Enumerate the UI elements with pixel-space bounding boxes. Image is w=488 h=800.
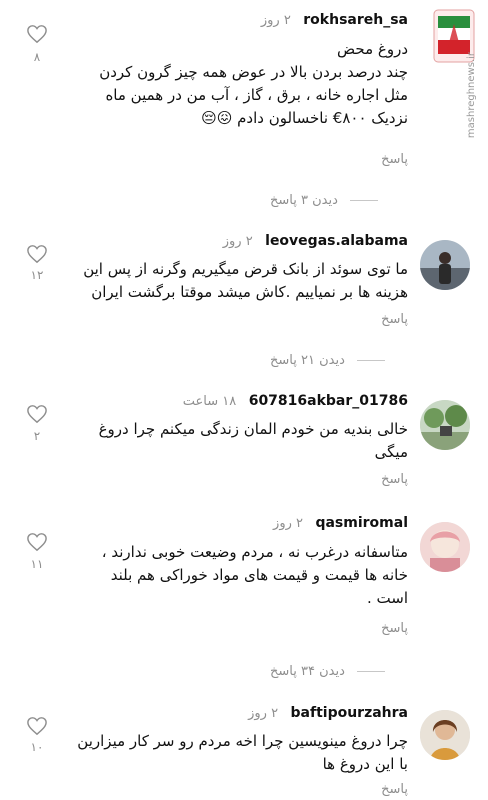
comment-text: خالی بندیه من خودم المان زندگی میکنم چرا…: [68, 418, 408, 464]
comment-username[interactable]: rokhsareh_sa: [303, 12, 408, 28]
like-count: ۱۰: [30, 740, 44, 754]
comment-line: خالی بندیه من خودم المان زندگی میکنم چرا…: [98, 420, 408, 438]
divider: [357, 671, 386, 672]
comment-meta: leovegas.alabama ۲ روز: [223, 233, 408, 249]
comment-username[interactable]: qasmiromal: [315, 515, 408, 531]
comment-text: دروغ محض چند درصد بردن بالا در عوض همه چ…: [68, 38, 408, 130]
avatar[interactable]: [420, 710, 470, 760]
heart-icon[interactable]: [26, 24, 48, 44]
reply-button[interactable]: پاسخ: [381, 472, 408, 487]
view-replies-label: دیدن ۲۱ پاسخ: [270, 353, 345, 368]
comment-line: با این دروغ ها: [322, 755, 408, 773]
comment-line: چرا دروغ مینویسین چرا اخه مردم رو سر کار…: [77, 732, 408, 750]
avatar-photo-icon: [420, 710, 470, 760]
watermark-text: mashreghnews.ir: [466, 52, 477, 139]
divider: [350, 200, 379, 201]
like-count: ۸: [33, 50, 41, 64]
comment-meta: baftipourzahra ۲ روز: [248, 705, 408, 721]
comment-time: ۲ روز: [273, 516, 303, 531]
comment-username[interactable]: 607816akbar_01786: [249, 393, 408, 409]
comment-line: دروغ محض: [337, 40, 408, 58]
avatar[interactable]: [420, 14, 470, 64]
avatar[interactable]: [420, 240, 470, 290]
reply-button[interactable]: پاسخ: [381, 152, 408, 167]
heart-icon[interactable]: [26, 716, 48, 736]
comment-time: ۲ روز: [222, 234, 253, 249]
like-count: ۱۲: [30, 268, 44, 282]
avatar-photo-icon: [420, 240, 470, 290]
comment-line: مثل اجاره خانه ، برق ، گاز ، آب من در هم…: [105, 86, 408, 104]
view-replies-label: دیدن ۳ پاسخ: [270, 193, 338, 208]
like-count: ۲: [33, 429, 41, 443]
reply-button[interactable]: پاسخ: [381, 621, 408, 636]
comment-line: خانه ها قیمت و قیمت های مواد خوراکی هم ب…: [110, 566, 408, 584]
comment-line: است .: [366, 589, 408, 607]
comment-meta: qasmiromal ۲ روز: [273, 515, 408, 531]
heart-icon[interactable]: [26, 244, 48, 264]
comment-time: ۲ روز: [260, 13, 291, 28]
comment-line: هزینه ها بر نمیاییم .کاش میشد موقتا برگش…: [91, 283, 408, 301]
heart-icon[interactable]: [26, 532, 48, 552]
heart-icon[interactable]: [26, 404, 48, 424]
reply-button[interactable]: پاسخ: [381, 782, 408, 797]
avatar[interactable]: [420, 522, 470, 572]
avatar[interactable]: [420, 400, 470, 450]
comment-username[interactable]: leovegas.alabama: [265, 233, 408, 249]
avatar-photo-icon: [420, 400, 470, 450]
like-count: ۱۱: [30, 557, 44, 571]
comment-meta: rokhsareh_sa ۲ روز: [261, 12, 408, 28]
comment-text: چرا دروغ مینویسین چرا اخه مردم رو سر کار…: [68, 730, 408, 776]
comment-meta: 607816akbar_01786 ۱۸ ساعت: [183, 393, 408, 409]
view-replies-label: دیدن ۳۴ پاسخ: [270, 664, 345, 679]
comment-username[interactable]: baftipourzahra: [291, 705, 408, 721]
comment-line: میگی: [374, 443, 408, 461]
comment-time: ۱۸ ساعت: [182, 394, 237, 409]
view-replies-button[interactable]: دیدن ۲۱ پاسخ: [270, 353, 386, 369]
avatar-photo-icon: [420, 522, 470, 572]
comment-line: ما توی سوئد از بانک قرض میگیریم وگرنه از…: [83, 260, 408, 278]
comment-text: متاسفانه درغرب نه ، مردم وضیعت خوبی ندار…: [68, 541, 408, 610]
comment-line: متاسفانه درغرب نه ، مردم وضیعت خوبی ندار…: [101, 543, 408, 561]
comment-line: چند درصد بردن بالا در عوض همه چیز گرون ک…: [99, 63, 408, 81]
reply-button[interactable]: پاسخ: [381, 312, 408, 327]
comment-text: ما توی سوئد از بانک قرض میگیریم وگرنه از…: [68, 258, 408, 304]
view-replies-button[interactable]: دیدن ۳۴ پاسخ: [270, 664, 386, 680]
divider: [357, 360, 386, 361]
comment-line: نزدیک ۸۰۰€ ناخسالون دادم 😖😔: [201, 109, 408, 127]
comment-time: ۲ روز: [248, 706, 279, 721]
view-replies-button[interactable]: دیدن ۳ پاسخ: [270, 193, 379, 209]
